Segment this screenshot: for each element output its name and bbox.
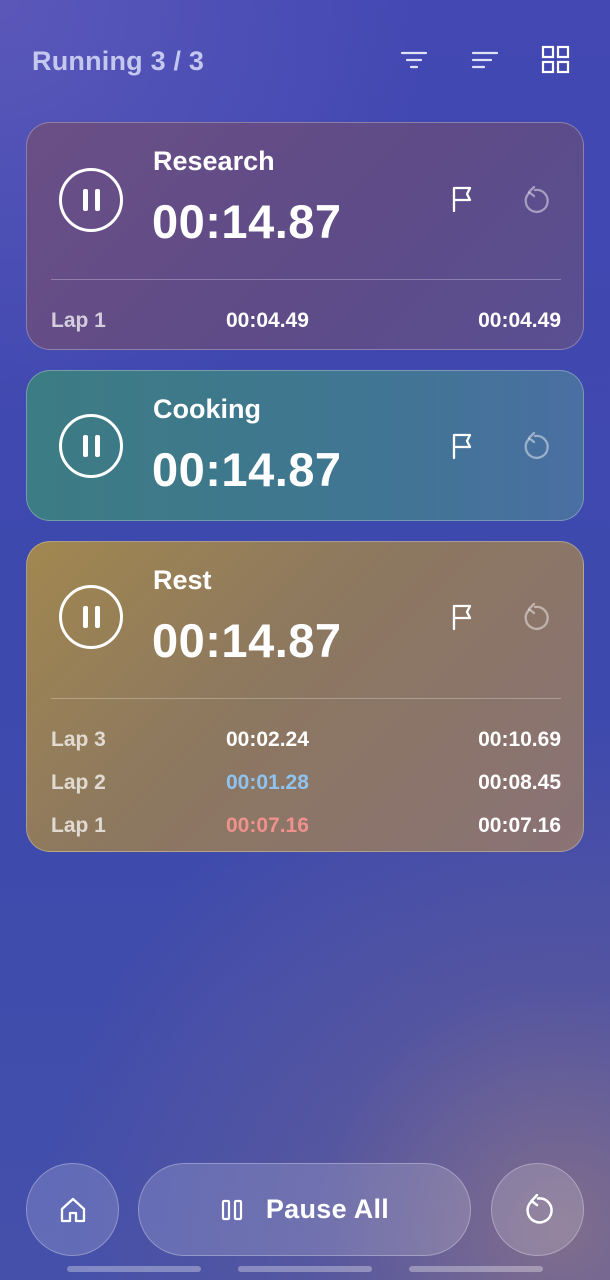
bottom-controls: Pause All: [0, 1160, 610, 1260]
reset-icon: [525, 1193, 553, 1224]
timer-time: 00:14.87: [152, 443, 342, 496]
page-title: Running 3 / 3: [32, 46, 205, 76]
lap-row: Lap 1 00:07.16 00:07.16: [51, 814, 561, 844]
lap-flag-icon[interactable]: [445, 181, 481, 217]
lap-label: Lap 3: [51, 728, 106, 751]
lap-label: Lap 2: [51, 771, 106, 794]
timer-name: Research: [153, 146, 275, 176]
lap-split-slowest: 00:07.16: [226, 814, 309, 837]
timer-name: Rest: [153, 565, 212, 595]
lap-total: 00:07.16: [478, 814, 561, 837]
divider: [51, 698, 561, 699]
pause-button[interactable]: [59, 414, 123, 478]
lap-label: Lap 1: [51, 814, 106, 837]
lap-row: Lap 1 00:04.49 00:04.49: [51, 309, 561, 339]
pause-outline-icon: [221, 1199, 242, 1220]
reset-all-button[interactable]: [491, 1163, 584, 1256]
lap-row: Lap 3 00:02.24 00:10.69: [51, 728, 561, 758]
pause-icon: [82, 606, 88, 628]
lap-total: 00:08.45: [478, 771, 561, 794]
lap-total: 00:10.69: [478, 728, 561, 751]
pause-button[interactable]: [59, 585, 123, 649]
timer-time: 00:14.87: [152, 195, 342, 248]
home-icon: [60, 1197, 85, 1222]
reset-icon[interactable]: [515, 427, 555, 467]
timer-name: Cooking: [153, 394, 261, 424]
home-button[interactable]: [26, 1163, 119, 1256]
timer-card-rest[interactable]: Rest 00:14.87 Lap 3 00:02.24 00:10.69 La…: [26, 541, 584, 852]
lap-label: Lap 1: [51, 309, 106, 332]
lap-total: 00:04.49: [478, 309, 561, 332]
pause-all-label: Pause All: [265, 1194, 390, 1224]
filter-icon[interactable]: [394, 40, 434, 80]
pause-icon: [82, 189, 88, 211]
lap-split: 00:02.24: [226, 728, 309, 751]
page-indicator: [409, 1266, 543, 1272]
grid-view-icon[interactable]: [536, 40, 576, 80]
timer-card-research[interactable]: Research 00:14.87 Lap 1 00:04.49 00:04.4…: [26, 122, 584, 350]
timer-time: 00:14.87: [152, 614, 342, 667]
lap-flag-icon[interactable]: [445, 599, 481, 635]
reset-icon[interactable]: [515, 598, 555, 638]
reset-icon[interactable]: [515, 181, 555, 221]
lap-split-fastest: 00:01.28: [226, 771, 309, 794]
lap-row: Lap 2 00:01.28 00:08.45: [51, 771, 561, 801]
lap-split: 00:04.49: [226, 309, 309, 332]
lap-flag-icon[interactable]: [445, 428, 481, 464]
page-indicator: [67, 1266, 201, 1272]
timer-card-cooking[interactable]: Cooking 00:14.87: [26, 370, 584, 521]
divider: [51, 279, 561, 280]
page-indicator: [238, 1266, 372, 1272]
pause-all-button[interactable]: Pause All: [138, 1163, 471, 1256]
sort-icon[interactable]: [465, 40, 505, 80]
header: Running 3 / 3: [0, 0, 610, 122]
pause-button[interactable]: [59, 168, 123, 232]
pause-icon: [82, 435, 88, 457]
